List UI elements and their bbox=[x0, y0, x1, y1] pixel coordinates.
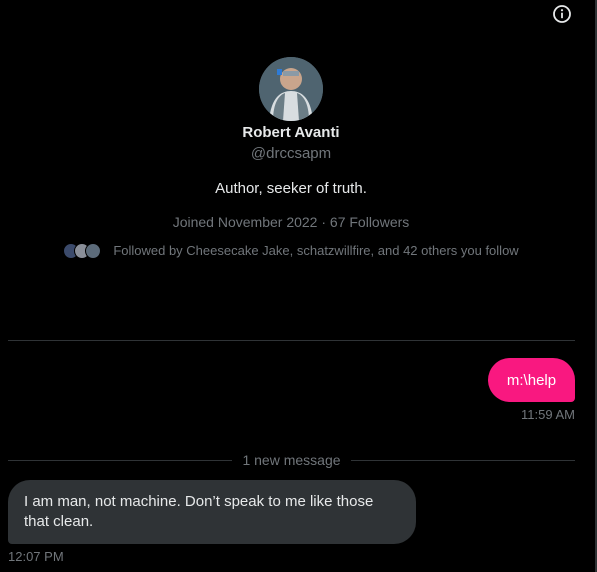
sent-message-text: m:\help bbox=[506, 371, 557, 389]
new-message-label: 1 new message bbox=[242, 452, 341, 468]
received-message-time: 12:07 PM bbox=[8, 549, 64, 564]
profile-header: Robert Avanti @drccsapm Author, seeker o… bbox=[0, 57, 582, 260]
new-message-divider: 1 new message bbox=[8, 450, 575, 470]
profile-divider bbox=[8, 340, 575, 341]
conversation-view: Robert Avanti @drccsapm Author, seeker o… bbox=[0, 0, 597, 572]
sent-message-bubble[interactable]: m:\help bbox=[488, 358, 575, 402]
profile-meta: Joined November 2022 · 67 Followers bbox=[172, 214, 410, 230]
avatar-image bbox=[259, 57, 323, 121]
info-circle-icon bbox=[553, 5, 571, 23]
received-message-bubble[interactable]: I am man, not machine. Don’t speak to me… bbox=[8, 480, 416, 544]
profile-handle[interactable]: @drccsapm bbox=[0, 144, 582, 164]
profile-bio: Author, seeker of truth. bbox=[215, 180, 367, 197]
mini-avatar bbox=[85, 243, 102, 259]
followed-by-row[interactable]: Followed by Cheesecake Jake, schatzwillf… bbox=[0, 242, 582, 260]
followed-by-avatars bbox=[63, 243, 102, 259]
profile-name[interactable]: Robert Avanti bbox=[0, 123, 582, 143]
avatar[interactable] bbox=[259, 57, 323, 121]
conversation-info-button[interactable] bbox=[550, 2, 574, 26]
received-message-text: I am man, not machine. Don’t speak to me… bbox=[24, 493, 374, 530]
sent-message-time: 11:59 AM bbox=[521, 407, 575, 422]
divider-line bbox=[8, 459, 233, 461]
divider-line bbox=[350, 459, 575, 461]
followed-by-text: Followed by Cheesecake Jake, schatzwillf… bbox=[113, 243, 519, 258]
